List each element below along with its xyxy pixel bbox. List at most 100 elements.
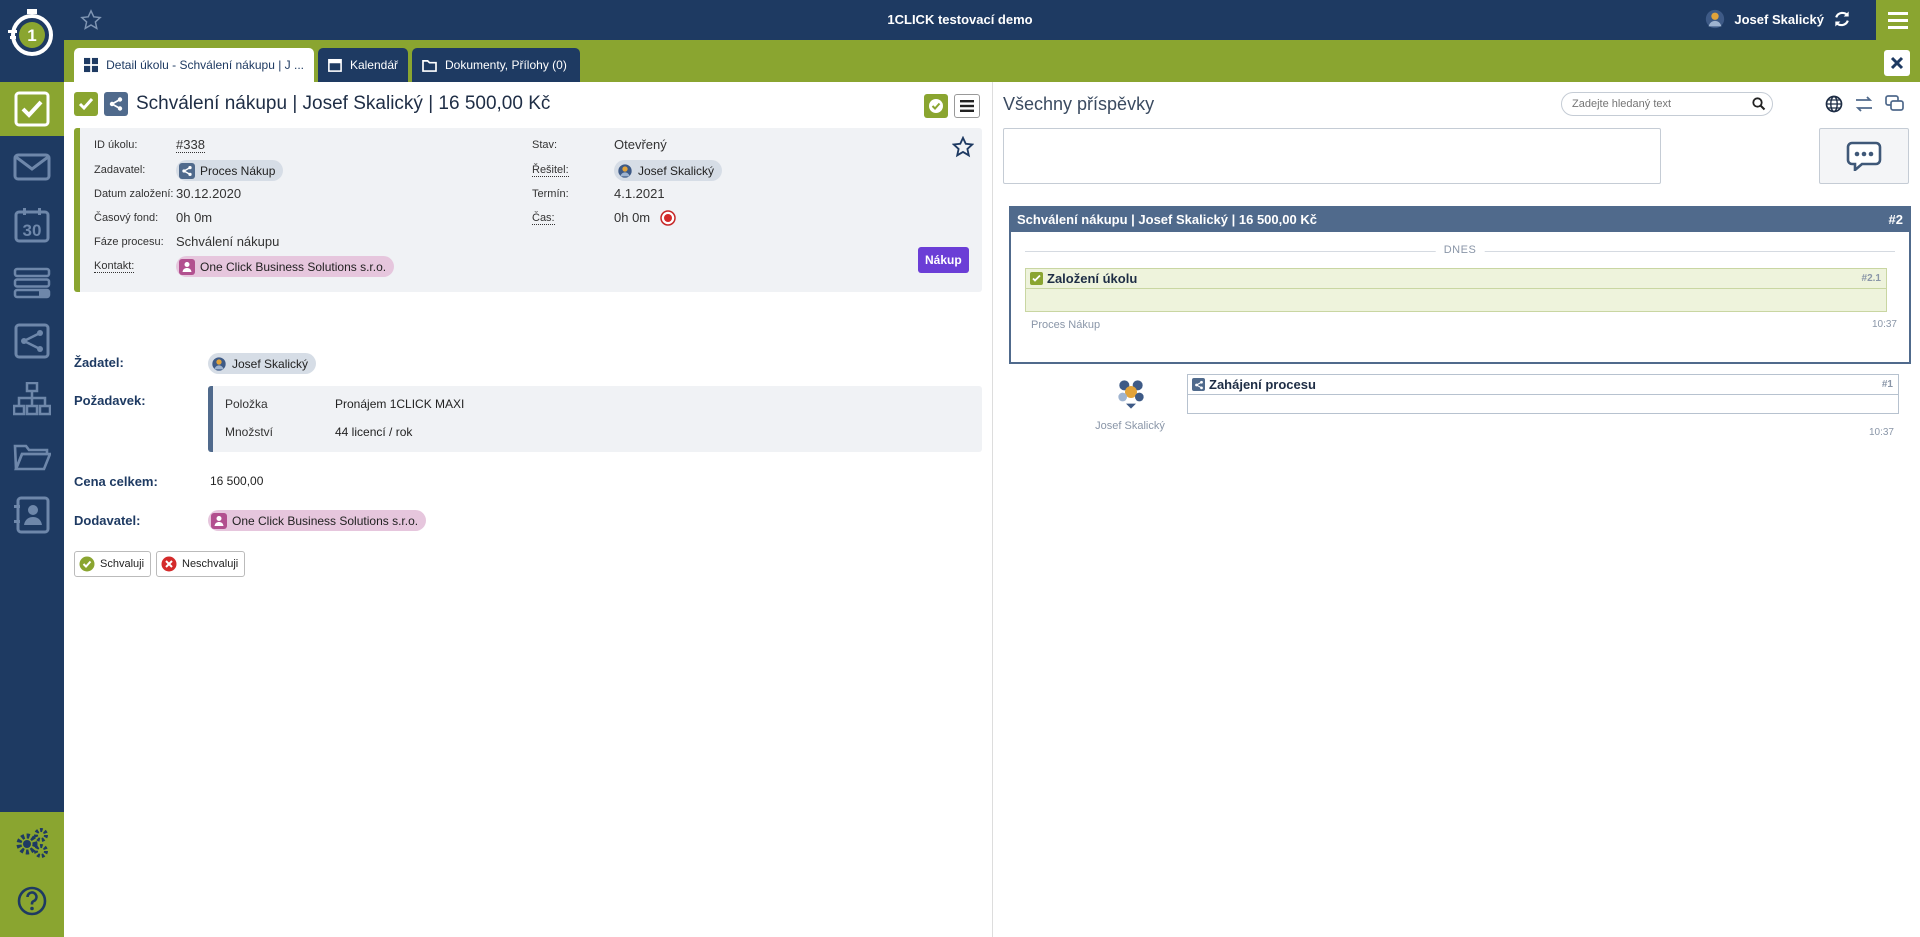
- post-number: #2.1: [1861, 273, 1881, 284]
- gears-icon: [16, 828, 48, 858]
- stav-label: Stav:: [532, 139, 558, 151]
- polozka-label: Položka: [225, 397, 268, 411]
- folder-icon: [422, 59, 437, 72]
- post-entry[interactable]: Zahájení procesu #1: [1187, 374, 1899, 414]
- user-avatar-icon: [617, 163, 633, 179]
- sidebar-item-documents[interactable]: [0, 430, 64, 484]
- post-time: 10:37: [1868, 427, 1894, 438]
- search-icon[interactable]: [1752, 97, 1766, 111]
- approve-button[interactable]: Schvaluji: [74, 551, 152, 577]
- sidebar-item-tasks[interactable]: [0, 82, 64, 136]
- sidebar-item-contacts[interactable]: [0, 488, 64, 542]
- casovy-fond-value: 0h 0m: [176, 210, 213, 225]
- sidebar: 30: [0, 82, 64, 937]
- cena-label: Cena celkem:: [74, 474, 158, 489]
- posts-title: Všechny příspěvky: [1003, 94, 1155, 114]
- sidebar-item-settings[interactable]: [0, 816, 64, 870]
- approve-status-button[interactable]: [924, 94, 948, 118]
- id-value[interactable]: #338: [176, 137, 205, 153]
- kontakt-value: One Click Business Solutions s.r.o.: [200, 259, 387, 274]
- comments-icon[interactable]: [1885, 95, 1905, 113]
- search-input[interactable]: [1572, 96, 1742, 112]
- check-circle-icon: [929, 99, 943, 113]
- check-circle-icon: [79, 556, 95, 572]
- tab-task-detail[interactable]: Detail úkolu - Schválení nákupu | J ...: [74, 48, 314, 82]
- kontakt-chip[interactable]: One Click Business Solutions s.r.o.: [176, 256, 395, 277]
- user-avatar-icon: [1704, 8, 1726, 30]
- sidebar-item-help[interactable]: [0, 874, 64, 928]
- pozadavek-label: Požadavek:: [74, 393, 146, 408]
- termin-label: Termín:: [532, 188, 569, 200]
- post-author[interactable]: Proces Nákup: [1031, 319, 1100, 331]
- datum-label: Datum založení:: [94, 188, 174, 200]
- task-menu-button[interactable]: [954, 94, 980, 118]
- contact-icon: [179, 258, 195, 275]
- close-icon: [1890, 56, 1904, 70]
- cena-value: 16 500,00: [210, 474, 264, 488]
- resitel-chip[interactable]: Josef Skalický: [614, 160, 723, 181]
- zadavatel-chip[interactable]: Proces Nákup: [176, 160, 284, 181]
- task-done-checkbox[interactable]: [74, 92, 98, 116]
- approve-label: Schvaluji: [100, 558, 145, 570]
- resitel-value: Josef Skalický: [638, 163, 715, 178]
- check-icon: [78, 98, 94, 111]
- day-divider-label: DNES: [1435, 244, 1485, 256]
- tab-documents[interactable]: Dokumenty, Přílohy (0): [412, 48, 580, 82]
- casovy-fond-label: Časový fond:: [94, 212, 159, 224]
- sidebar-item-calendar[interactable]: 30: [0, 198, 64, 252]
- hamburger-icon: [1888, 12, 1908, 29]
- x-circle-icon: [161, 556, 177, 572]
- id-label: ID úkolu:: [94, 139, 138, 151]
- sort-arrows-icon[interactable]: [1855, 96, 1873, 112]
- user-name: Josef Skalický: [1734, 11, 1824, 27]
- app-title: 1CLICK testovací demo: [887, 12, 1033, 27]
- sidebar-item-organization[interactable]: [0, 372, 64, 426]
- refresh-icon[interactable]: [1832, 9, 1852, 29]
- calendar-30-icon: 30: [14, 208, 50, 243]
- dodavatel-value: One Click Business Solutions s.r.o.: [232, 513, 419, 528]
- top-bar: 1CLICK testovací demo Josef Skalický: [0, 0, 1920, 40]
- thread-number: #2: [1888, 212, 1903, 227]
- svg-text:1: 1: [27, 26, 36, 45]
- sidebar-item-lists[interactable]: [0, 256, 64, 310]
- post-input[interactable]: [1003, 128, 1661, 184]
- hamburger-icon: [960, 100, 974, 112]
- sidebar-item-mail[interactable]: [0, 140, 64, 194]
- post-author[interactable]: Josef Skalický: [1075, 420, 1185, 432]
- thread-card: Schválení nákupu | Josef Skalický | 16 5…: [1009, 206, 1911, 364]
- resitel-label[interactable]: Řešitel:: [532, 164, 569, 177]
- tab-calendar[interactable]: Kalendář: [318, 48, 408, 82]
- send-post-button[interactable]: [1819, 128, 1909, 184]
- mail-icon: [13, 153, 51, 181]
- task-title: Schválení nákupu | Josef Skalický | 16 5…: [136, 93, 551, 114]
- cas-value: 0h 0m: [614, 210, 651, 225]
- post-entry[interactable]: Založení úkolu #2.1: [1025, 268, 1887, 312]
- help-icon: [17, 886, 47, 916]
- zadatel-chip[interactable]: Josef Skalický: [208, 353, 317, 374]
- zadatel-label: Žadatel:: [74, 355, 124, 370]
- polozka-value: Pronájem 1CLICK MAXI: [335, 397, 465, 411]
- stav-value: Otevřený: [614, 137, 667, 152]
- tab-label: Detail úkolu - Schválení nákupu | J ...: [106, 58, 304, 72]
- app-logo[interactable]: 1: [0, 0, 64, 82]
- favorite-star-icon[interactable]: [952, 136, 974, 158]
- dodavatel-chip[interactable]: One Click Business Solutions s.r.o.: [208, 510, 427, 531]
- calendar-day-number: 30: [23, 221, 42, 240]
- user-menu[interactable]: Josef Skalický: [1704, 8, 1852, 30]
- process-icon: [104, 92, 128, 116]
- process-icon: [1192, 378, 1205, 391]
- record-time-icon[interactable]: [660, 210, 676, 226]
- menu-toggle-button[interactable]: [1876, 0, 1920, 40]
- tag-nakup[interactable]: Nákup: [918, 247, 969, 273]
- speech-bubble-icon: [1846, 141, 1882, 171]
- globe-icon[interactable]: [1825, 95, 1843, 113]
- cas-label[interactable]: Čas:: [532, 212, 555, 225]
- reject-button[interactable]: Neschvaluji: [156, 551, 246, 577]
- user-avatar-icon[interactable]: [1111, 372, 1151, 412]
- sidebar-item-processes[interactable]: [0, 314, 64, 368]
- close-button[interactable]: [1884, 50, 1910, 76]
- thread-header[interactable]: Schválení nákupu | Josef Skalický | 16 5…: [1011, 208, 1909, 232]
- kontakt-label[interactable]: Kontakt:: [94, 260, 135, 273]
- datum-value: 30.12.2020: [176, 186, 242, 201]
- user-avatar-icon: [211, 356, 227, 372]
